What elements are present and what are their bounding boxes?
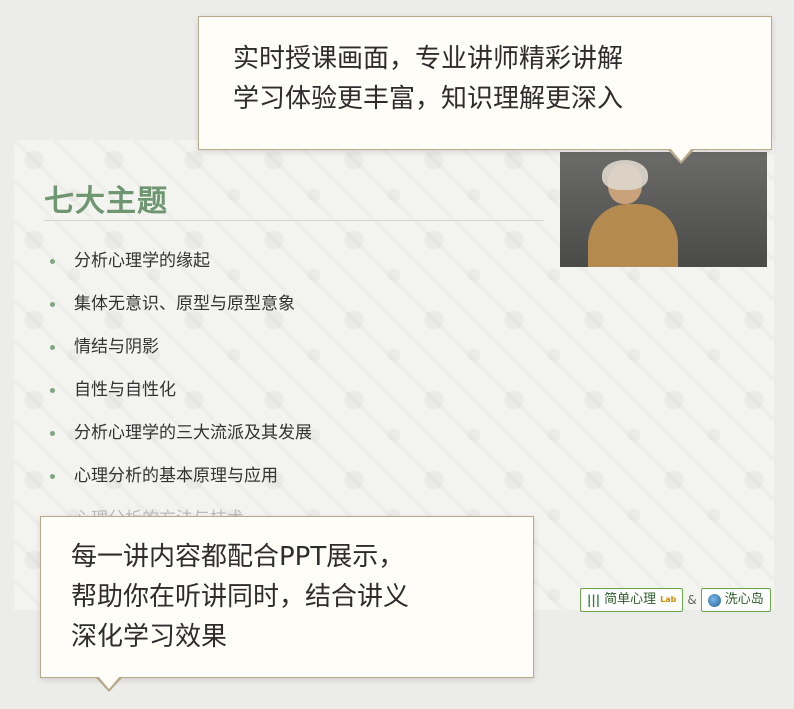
list-item: 情结与阴影 [50,334,312,377]
list-item: 集体无意识、原型与原型意象 [50,291,312,334]
bullet-icon [50,302,55,307]
callout-bottom-pointer-fill [98,676,120,689]
callout-bottom-line-2: 帮助你在听讲同时，结合讲义 [71,582,410,612]
callout-top-pointer-fill [670,148,692,161]
callout-bottom-line-1: 每一讲内容都配合PPT展示， [71,542,405,572]
bullet-icon [50,345,55,350]
bullet-icon [50,259,55,264]
callout-bottom-line-3: 深化学习效果 [71,622,228,652]
callout-top: 实时授课画面，专业讲师精彩讲解 学习体验更丰富，知识理解更深入 [198,16,772,150]
bullet-icon [50,474,55,479]
lecturer-video[interactable] [560,152,767,267]
bullet-icon [50,431,55,436]
list-item: 自性与自性化 [50,377,312,420]
callout-bottom: 每一讲内容都配合PPT展示， 帮助你在听讲同时，结合讲义 深化学习效果 [40,516,534,678]
list-item: 心理分析的基本原理与应用 [50,463,312,506]
topic-list: 分析心理学的缘起 集体无意识、原型与原型意象 情结与阴影 自性与自性化 分析心理… [50,248,312,549]
brand-logo-right: 洗心岛 [700,588,771,612]
brand-left-tag: Lab [660,595,677,604]
brand-logos: ||| 简单心理 Lab & 洗心岛 [580,588,771,612]
lecturer-figure-hair [602,160,648,190]
title-divider [44,220,544,221]
lecturer-figure-body [588,204,678,267]
brand-left-name: 简单心理 [604,592,657,607]
callout-top-line-1: 实时授课画面，专业讲师精彩讲解 [233,44,624,74]
globe-icon [707,593,721,607]
list-item: 分析心理学的缘起 [50,248,312,291]
list-item: 分析心理学的三大流派及其发展 [50,420,312,463]
brand-logo-left: ||| 简单心理 Lab [580,588,684,612]
brand-right-name: 洗心岛 [724,592,764,607]
brand-separator: & [687,593,697,607]
slide-title: 七大主题 [44,184,168,219]
callout-top-line-2: 学习体验更丰富，知识理解更深入 [233,84,624,114]
brand-mark-icon: ||| [587,593,601,607]
bullet-icon [50,388,55,393]
